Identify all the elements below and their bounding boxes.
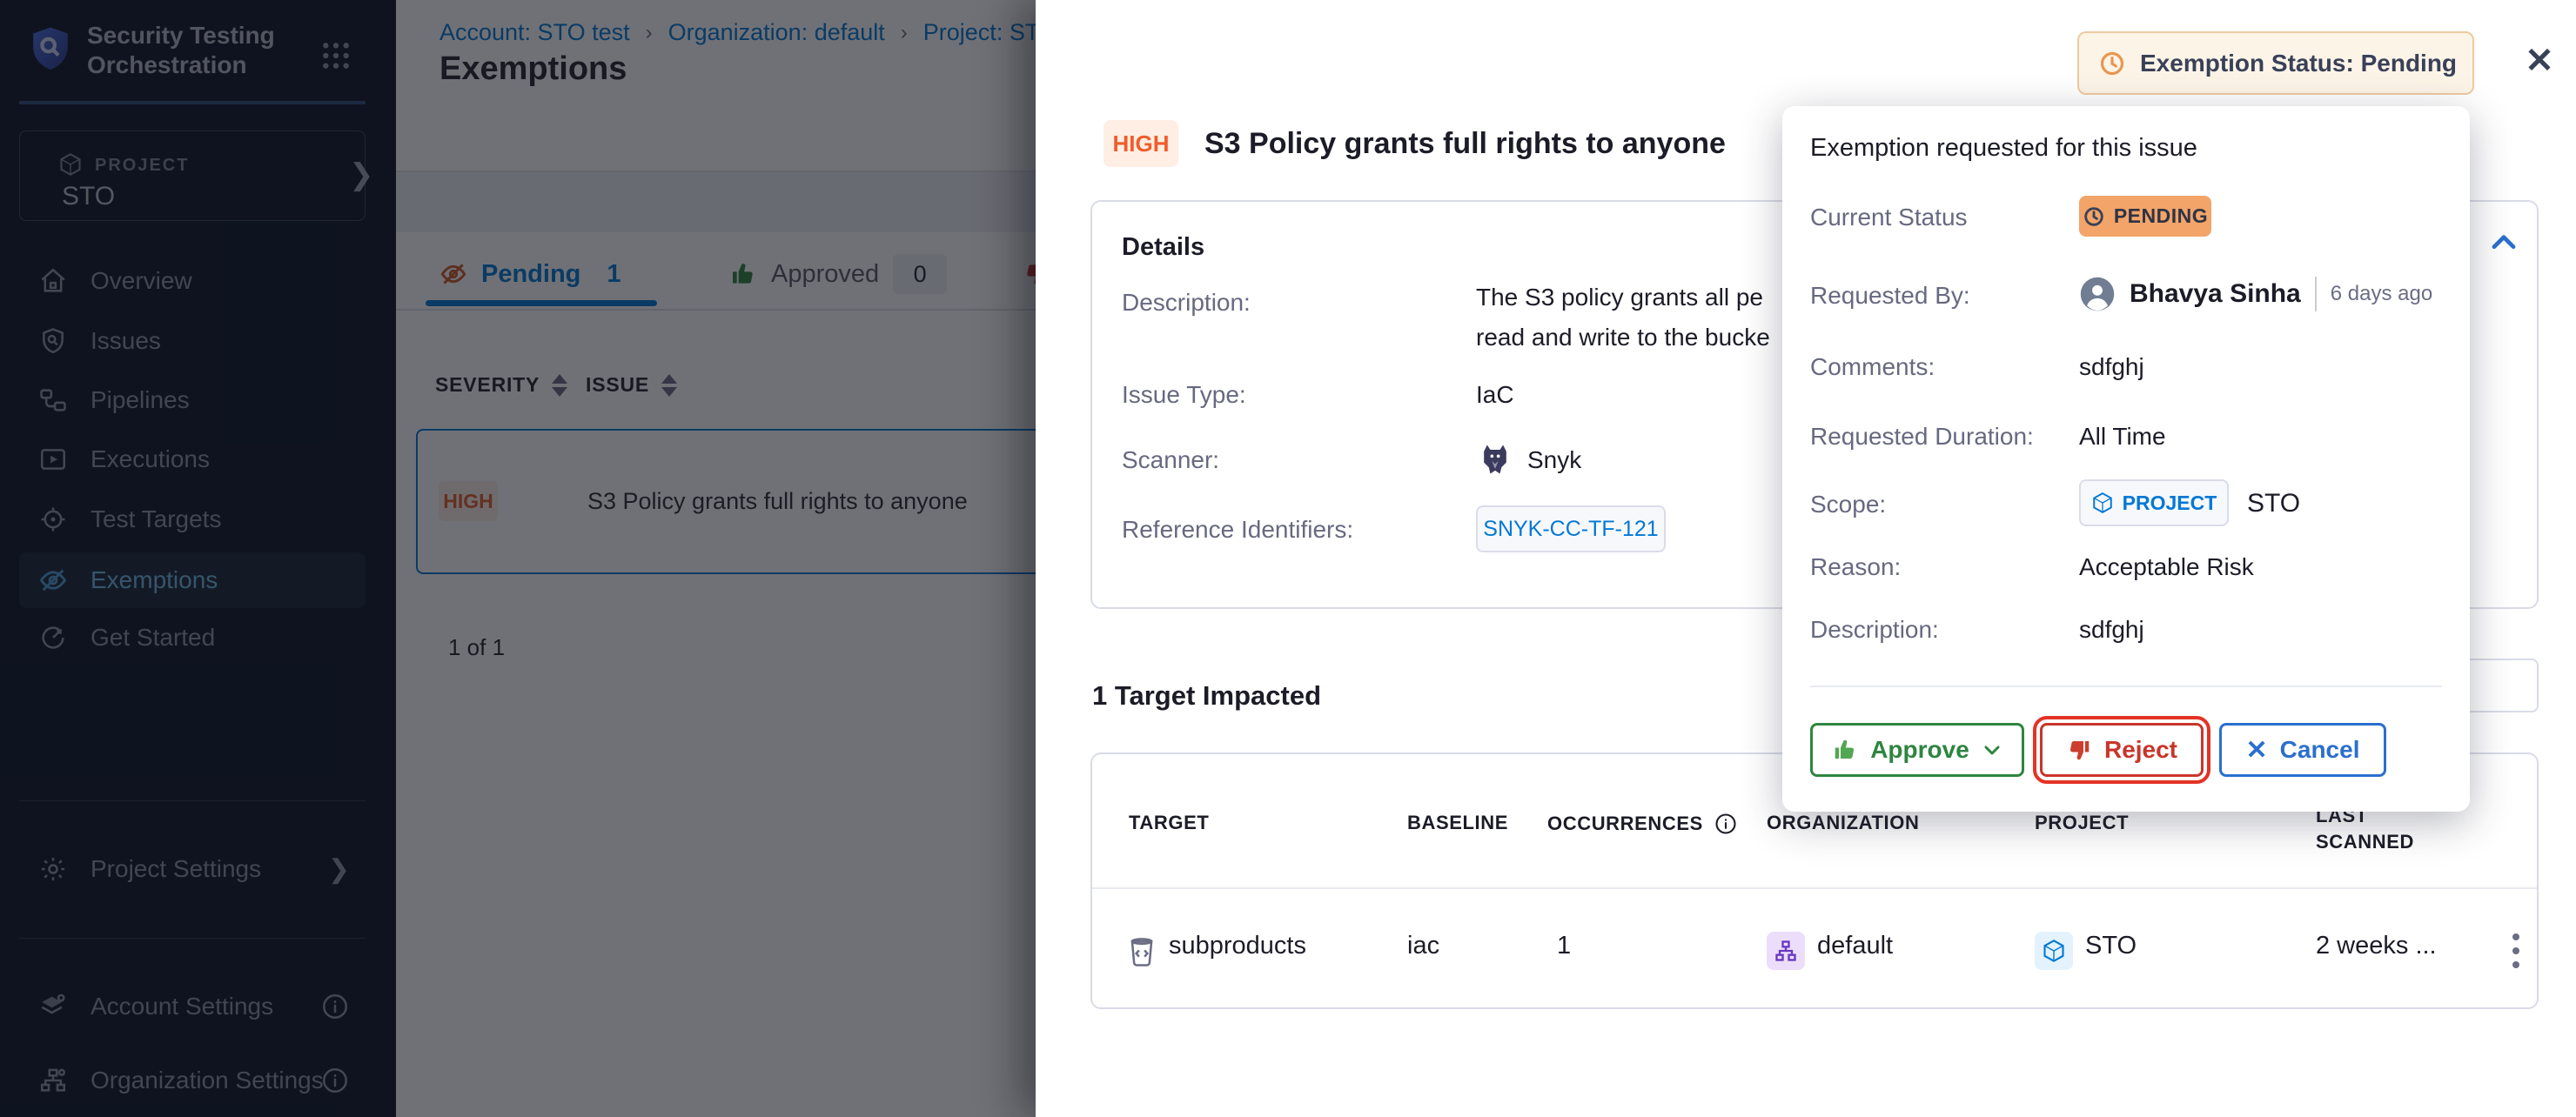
kebab-menu-icon[interactable] xyxy=(2499,933,2533,968)
targets-impacted-heading: 1 Target Impacted xyxy=(1092,680,1321,712)
cell-project: STO xyxy=(2085,932,2137,960)
reason-value: Acceptable Risk xyxy=(2079,553,2254,581)
scope-value: STO xyxy=(2247,489,2300,518)
description-value-line2: read and write to the bucke xyxy=(1476,324,1770,351)
current-status-label: Current Status xyxy=(1810,204,1968,231)
column-header-occurrences: OCCURRENCES xyxy=(1547,812,1738,836)
modal-backdrop[interactable] xyxy=(0,0,1036,1117)
approve-button[interactable]: Approve xyxy=(1810,723,2024,777)
issue-type-value: IaC xyxy=(1476,381,1514,409)
target-container-icon xyxy=(1125,935,1158,968)
exemption-status-pill-label: Exemption Status: Pending xyxy=(2140,50,2457,77)
status-badge-label: PENDING xyxy=(2114,204,2208,228)
requested-by-value: Bhavya Sinha 6 days ago xyxy=(2079,276,2432,312)
cell-last-scanned: 2 weeks ... xyxy=(2316,932,2437,960)
description-value-line1: The S3 policy grants all pe xyxy=(1476,284,1763,311)
chevron-up-icon[interactable] xyxy=(2487,226,2520,259)
description-value: sdfghj xyxy=(2079,616,2144,644)
divider xyxy=(2315,277,2317,311)
close-icon[interactable]: ✕ xyxy=(2517,38,2562,84)
reference-chip[interactable]: SNYK-CC-TF-121 xyxy=(1476,505,1666,552)
requested-time: 6 days ago xyxy=(2331,282,2432,306)
description-label: Description: xyxy=(1810,616,1939,644)
popup-divider xyxy=(1810,686,2442,687)
organization-icon xyxy=(1767,932,1805,970)
duration-label: Requested Duration: xyxy=(1810,423,2034,451)
close-icon: ✕ xyxy=(2246,735,2268,766)
exemption-status-pill[interactable]: Exemption Status: Pending xyxy=(2077,31,2474,95)
column-header-organization: ORGANIZATION xyxy=(1767,812,1919,834)
scanner-value: Snyk xyxy=(1527,446,1581,474)
issue-type-label: Issue Type: xyxy=(1122,381,1246,409)
column-header-label: OCCURRENCES xyxy=(1547,813,1703,835)
avatar xyxy=(2079,276,2116,312)
reject-button[interactable]: Reject xyxy=(2040,723,2204,777)
reference-chip-label: SNYK-CC-TF-121 xyxy=(1483,517,1658,542)
drawer-title: S3 Policy grants full rights to anyone xyxy=(1204,127,1726,161)
thumb-up-icon xyxy=(1832,737,1858,763)
comments-label: Comments: xyxy=(1810,353,1935,381)
popup-heading: Exemption requested for this issue xyxy=(1810,134,2197,163)
thumb-down-icon xyxy=(2066,737,2092,763)
cancel-button-label: Cancel xyxy=(2280,736,2360,764)
requested-by-label: Requested By: xyxy=(1810,282,1970,310)
project-icon xyxy=(2035,932,2073,970)
cell-target[interactable]: subproducts xyxy=(1169,932,1306,960)
description-label: Description: xyxy=(1122,289,1251,317)
column-header-target: TARGET xyxy=(1129,812,1209,834)
approve-button-label: Approve xyxy=(1870,736,1969,764)
scope-label: Scope: xyxy=(1810,491,1886,518)
app-window: Security Testing Orchestration PROJECT S… xyxy=(0,0,2576,1117)
scanner-label: Scanner: xyxy=(1122,446,1219,474)
details-heading: Details xyxy=(1122,233,1204,262)
duration-value: All Time xyxy=(2079,423,2166,451)
column-header-project: PROJECT xyxy=(2035,812,2129,834)
chevron-down-icon xyxy=(1982,739,2002,760)
cube-icon xyxy=(2091,492,2114,514)
reject-button-label: Reject xyxy=(2104,736,2177,764)
cube-icon xyxy=(2042,939,2066,963)
cell-organization: default xyxy=(1817,932,1893,960)
reference-label: Reference Identifiers: xyxy=(1122,516,1353,544)
table-divider xyxy=(1092,887,2537,889)
column-header-baseline: BASELINE xyxy=(1407,812,1508,834)
cancel-button[interactable]: ✕ Cancel xyxy=(2219,723,2386,777)
severity-badge: HIGH xyxy=(1104,120,1178,167)
scope-chip: PROJECT xyxy=(2079,479,2229,526)
org-chart-icon xyxy=(1774,939,1798,963)
cell-baseline: iac xyxy=(1407,932,1439,960)
reason-label: Reason: xyxy=(1810,553,1901,581)
comments-value: sdfghj xyxy=(2079,353,2144,381)
clock-icon xyxy=(2098,50,2126,77)
requester-name: Bhavya Sinha xyxy=(2130,279,2301,309)
cell-occurrences: 1 xyxy=(1557,932,1571,960)
info-icon[interactable] xyxy=(1714,812,1738,836)
clock-icon xyxy=(2083,205,2105,228)
status-badge: PENDING xyxy=(2079,196,2211,237)
snyk-logo-icon xyxy=(1476,438,1514,480)
scope-chip-label: PROJECT xyxy=(2123,492,2217,515)
exemption-request-popup: Exemption requested for this issue Curre… xyxy=(1782,106,2470,812)
